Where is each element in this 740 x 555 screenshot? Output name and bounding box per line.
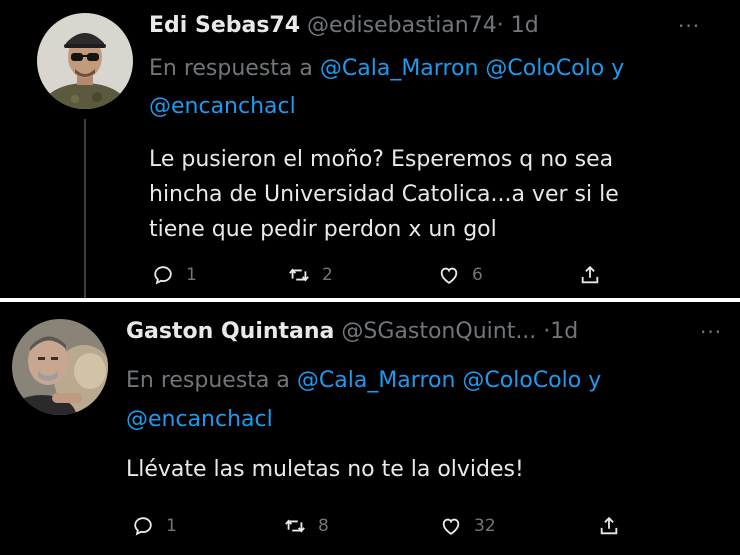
mention-link[interactable]: @encanchacl: [149, 94, 296, 119]
avatar[interactable]: [37, 13, 133, 109]
tweet-actions: 1 8 32: [132, 513, 622, 539]
reply-count: 1: [186, 265, 197, 285]
retweet-button[interactable]: 8: [284, 513, 329, 539]
tweet-1[interactable]: Edi Sebas74 @edisebastian74· 1d ··· En r…: [0, 0, 740, 298]
user-handle[interactable]: @edisebastian74: [307, 13, 497, 38]
reply-count: 1: [166, 516, 177, 536]
reply-icon: [134, 517, 152, 536]
share-button[interactable]: [598, 513, 620, 539]
like-button[interactable]: 6: [438, 262, 483, 288]
tweet-header: Gaston Quintana @SGastonQuint... ·1d: [126, 318, 578, 346]
like-count: 6: [472, 265, 483, 285]
retweet-icon: [285, 519, 305, 533]
timestamp[interactable]: 1d: [511, 13, 539, 38]
more-options-icon[interactable]: ···: [700, 322, 722, 342]
display-name[interactable]: Edi Sebas74: [149, 13, 300, 38]
retweet-count: 8: [318, 516, 329, 536]
reply-context-line-2: @encanchacl: [149, 90, 296, 124]
tweet-text: Le pusieron el moño? Esperemos q no sea …: [149, 142, 619, 247]
reply-context: En respuesta a @Cala_Marron @ColoColo y: [149, 52, 624, 86]
mention-link[interactable]: @Cala_Marron: [320, 56, 479, 81]
share-icon: [600, 516, 618, 535]
retweet-count: 2: [322, 265, 333, 285]
tweet-header: Edi Sebas74 @edisebastian74· 1d: [149, 12, 539, 40]
tweet-2[interactable]: Gaston Quintana @SGastonQuint... ·1d ···…: [0, 302, 740, 555]
reply-button[interactable]: 1: [152, 262, 197, 288]
mention-link[interactable]: @encanchacl: [126, 407, 273, 432]
display-name[interactable]: Gaston Quintana: [126, 319, 334, 344]
thread-line: [84, 119, 86, 298]
mention-link[interactable]: @ColoColo: [485, 56, 604, 81]
like-button[interactable]: 32: [440, 513, 496, 539]
more-options-icon[interactable]: ···: [678, 16, 700, 36]
tweet-text-line: Llévate las muletas no te la olvides!: [126, 457, 524, 482]
tweet-actions: 1 2 6: [152, 262, 612, 288]
tweet-text-line: Le pusieron el moño? Esperemos q no sea: [149, 147, 614, 172]
tweet-text-line: tiene que pedir perdon x un gol: [149, 217, 497, 242]
reply-icon: [154, 266, 172, 285]
share-icon: [581, 265, 599, 284]
reply-context: En respuesta a @Cala_Marron @ColoColo y: [126, 364, 601, 398]
mention-link[interactable]: @Cala_Marron: [297, 368, 456, 393]
mention-joiner: y: [611, 56, 625, 81]
share-button[interactable]: [579, 262, 601, 288]
time-separator: ·: [496, 13, 504, 38]
retweet-icon: [289, 268, 309, 282]
heart-icon: [442, 518, 460, 535]
avatar[interactable]: [12, 319, 108, 415]
like-count: 32: [474, 516, 496, 536]
reply-button[interactable]: 1: [132, 513, 177, 539]
reply-prefix: En respuesta a: [126, 368, 290, 393]
mention-joiner: y: [588, 368, 602, 393]
tweet-text: Llévate las muletas no te la olvides!: [126, 452, 524, 487]
mention-link[interactable]: @ColoColo: [462, 368, 581, 393]
tweet-text-line: hincha de Universidad Catolica...a ver s…: [149, 182, 619, 207]
reply-context-line-2: @encanchacl: [126, 403, 273, 437]
reply-prefix: En respuesta a: [149, 56, 313, 81]
heart-icon: [440, 267, 458, 284]
timestamp[interactable]: 1d: [550, 319, 578, 344]
user-handle[interactable]: @SGastonQuint...: [341, 319, 536, 344]
retweet-button[interactable]: 2: [288, 262, 333, 288]
